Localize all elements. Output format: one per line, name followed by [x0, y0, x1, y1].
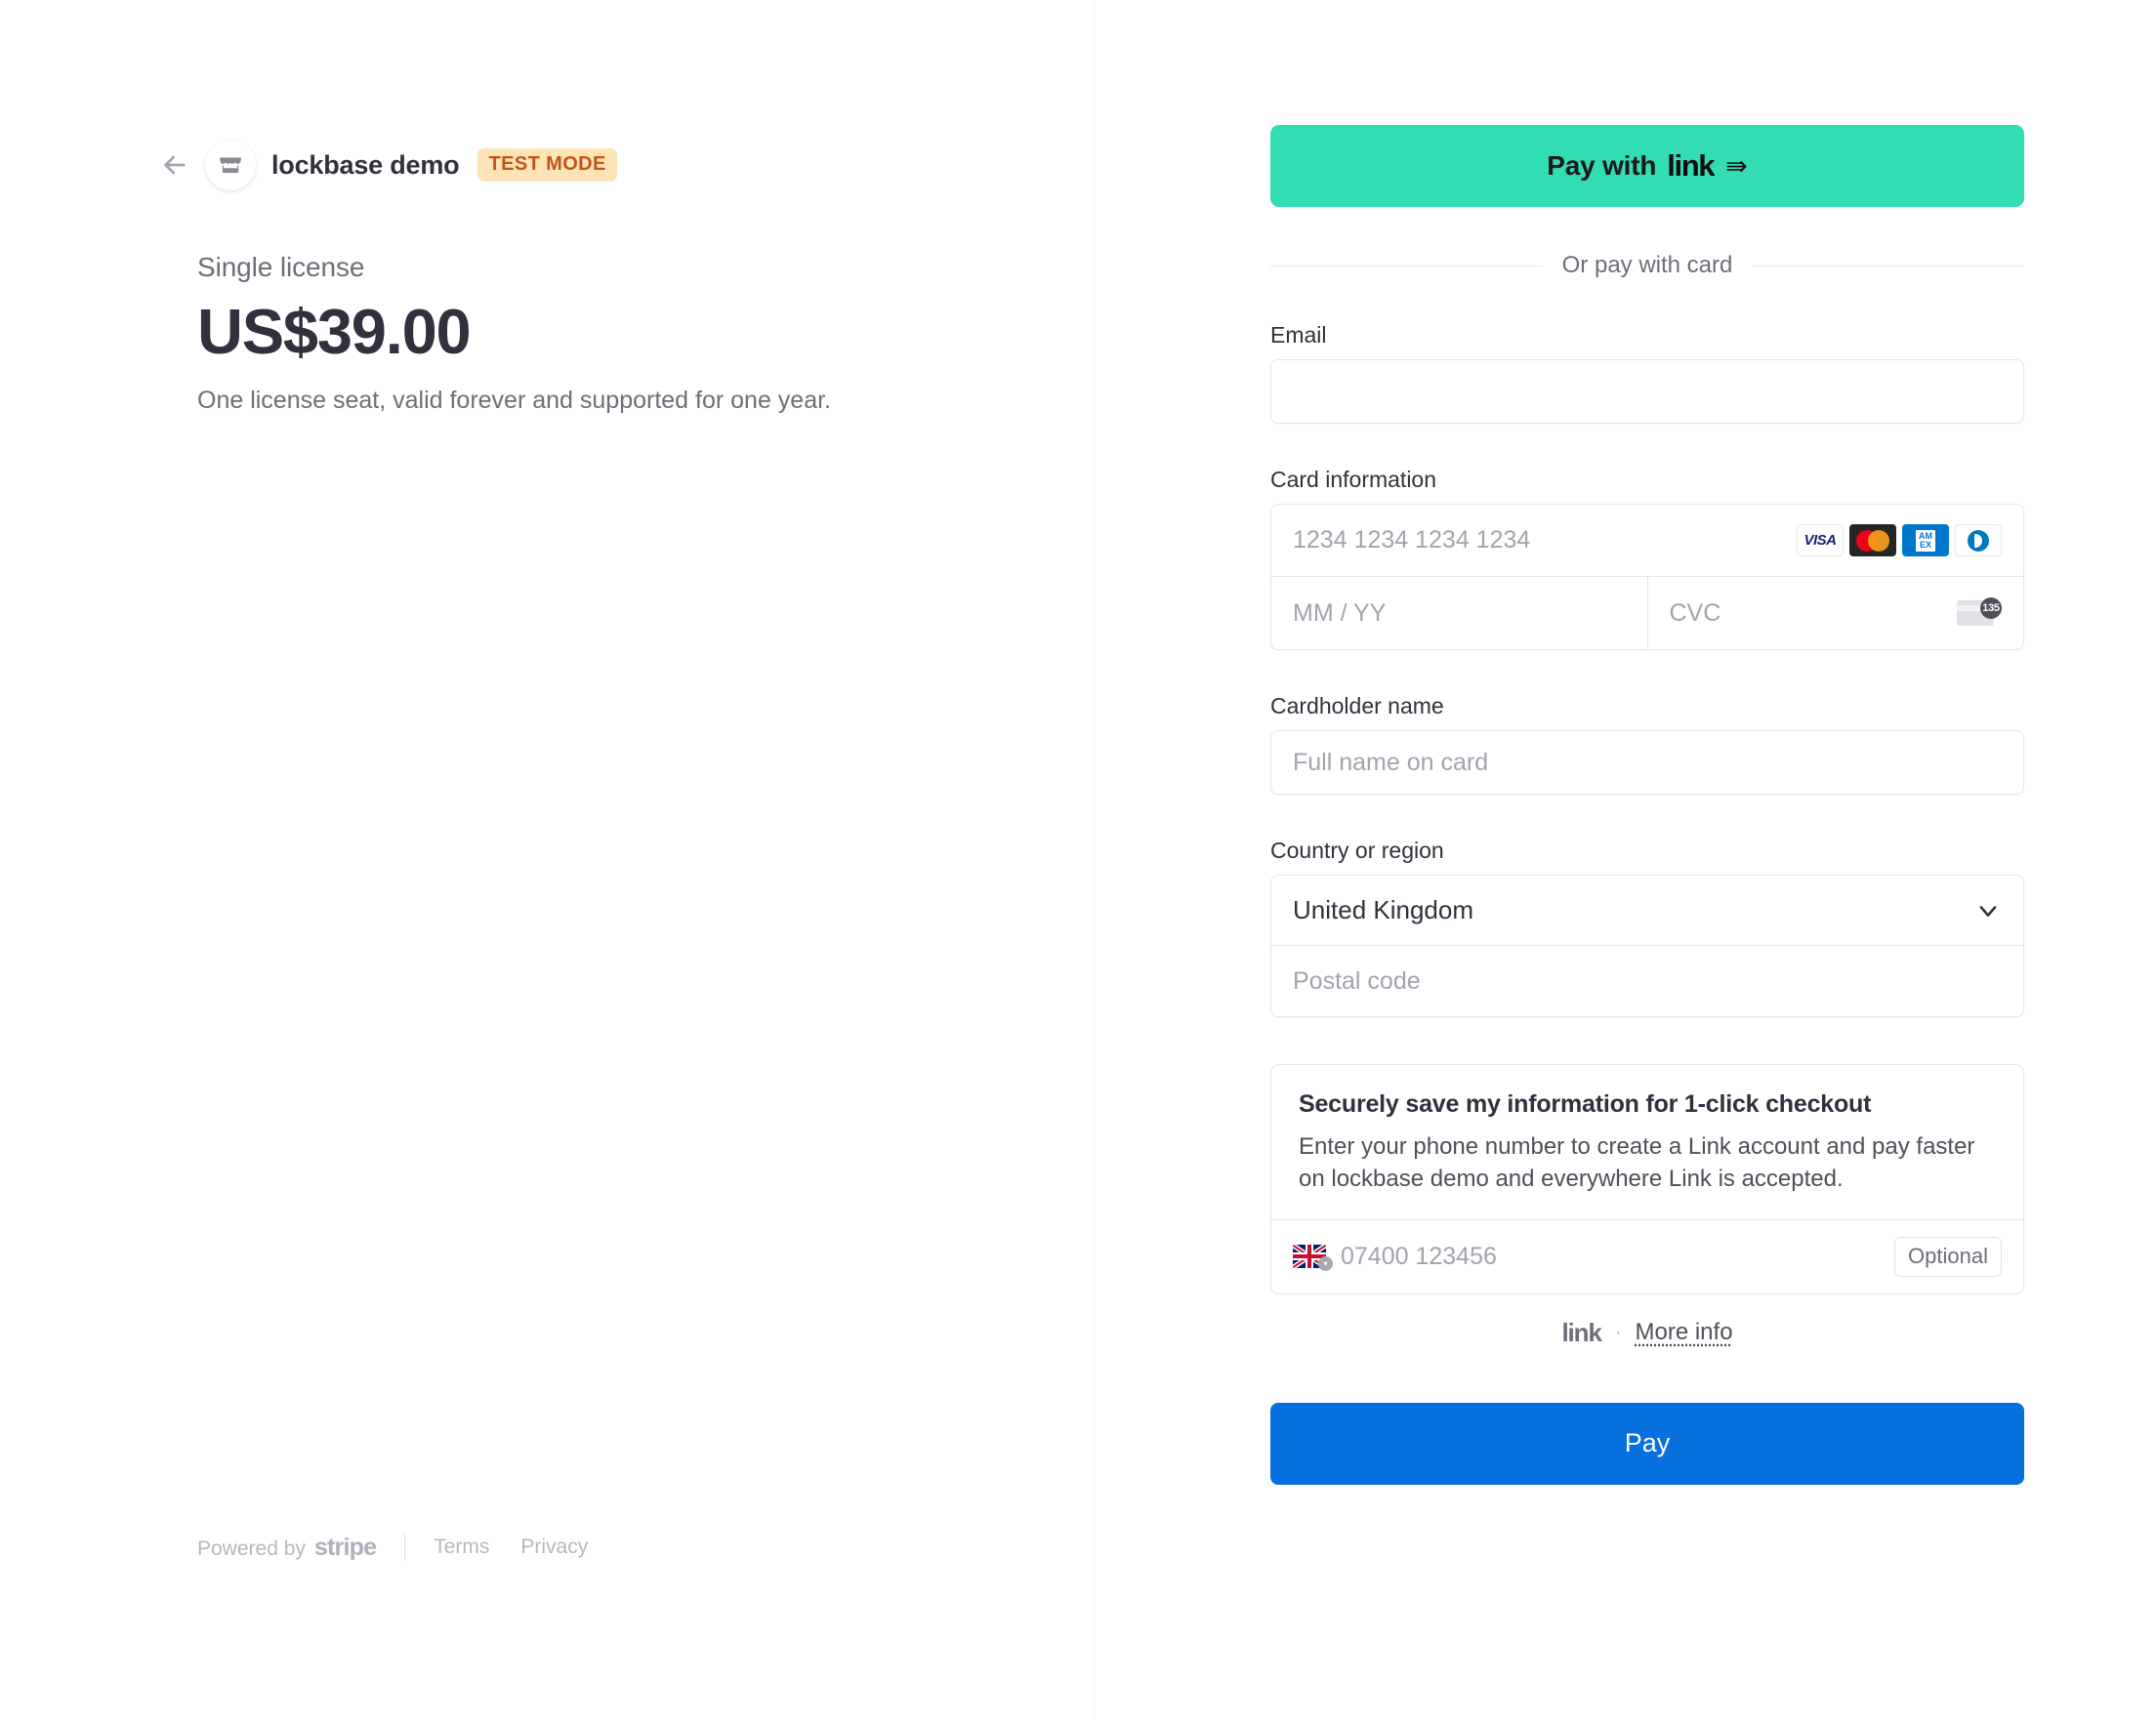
country-flag-selector[interactable]: ▾ [1293, 1245, 1333, 1272]
powered-by-label: Powered by [197, 1537, 306, 1560]
powered-by-stripe[interactable]: Powered by stripe [197, 1533, 377, 1562]
card-expiry-placeholder: MM / YY [1293, 598, 1387, 627]
card-number-placeholder: 1234 1234 1234 1234 [1293, 526, 1531, 554]
order-summary-panel: lockbase demo TEST MODE Single license U… [0, 0, 1095, 1722]
card-expiry-cvc-row: MM / YY CVC 135 [1271, 577, 2023, 649]
privacy-link[interactable]: Privacy [520, 1536, 588, 1559]
stripe-wordmark: stripe [313, 1533, 377, 1561]
payment-form-panel: Pay with link ⇛ Or pay with card Email C… [1095, 0, 2156, 1722]
footer-separator [404, 1534, 406, 1561]
merchant-name: lockbase demo [271, 149, 460, 180]
email-input[interactable] [1270, 359, 2024, 424]
diners-club-icon [1955, 524, 2002, 556]
visa-icon: VISA [1797, 524, 1844, 556]
link-save-title: Securely save my information for 1-click… [1299, 1090, 1872, 1118]
checkout-page: lockbase demo TEST MODE Single license U… [0, 0, 2156, 1722]
card-brand-icons: VISA AM EX [1797, 524, 2002, 556]
card-information-box: 1234 1234 1234 1234 VISA AM EX MM / YY C… [1270, 504, 2024, 650]
product-price: US$39.00 [197, 296, 472, 367]
amex-icon: AM EX [1902, 524, 1949, 556]
pay-with-link-label: Pay with [1547, 150, 1657, 181]
country-region-group: Country or region United Kingdom Postal … [1270, 838, 2024, 1017]
card-cvc-field[interactable]: CVC 135 [1648, 577, 2024, 649]
card-expiry-field[interactable]: MM / YY [1271, 577, 1648, 649]
postal-code-field[interactable]: Postal code [1271, 946, 2023, 1016]
link-footer: link · More info [1270, 1318, 2024, 1348]
pay-with-link-button[interactable]: Pay with link ⇛ [1270, 125, 2024, 207]
card-information-label: Card information [1270, 467, 1437, 492]
mastercard-icon [1849, 524, 1896, 556]
back-arrow-icon[interactable] [154, 144, 195, 185]
product-description: One license seat, valid forever and supp… [197, 387, 831, 415]
country-region-label: Country or region [1270, 838, 1444, 863]
link-footer-logo-icon: link [1561, 1317, 1602, 1347]
product-summary: Single license US$39.00 One license seat… [197, 252, 939, 419]
optional-badge: Optional [1894, 1236, 2002, 1277]
product-name: Single license [197, 252, 365, 282]
email-field-group: Email [1270, 322, 2024, 424]
email-label: Email [1270, 322, 1327, 348]
cvc-hint-digits: 135 [1980, 597, 2002, 619]
or-pay-with-card-divider: Or pay with card [1270, 252, 2025, 279]
test-mode-badge: TEST MODE [477, 148, 617, 182]
country-select[interactable]: United Kingdom [1271, 876, 2023, 946]
link-logo-icon: link [1667, 148, 1715, 183]
left-footer: Powered by stripe Terms Privacy [197, 1531, 588, 1564]
card-information-group: Card information 1234 1234 1234 1234 VIS… [1270, 467, 2024, 650]
link-phone-placeholder: 07400 123456 [1341, 1242, 1497, 1270]
divider-label: Or pay with card [1561, 252, 1733, 278]
link-arrow-icon: ⇛ [1725, 150, 1748, 181]
postal-code-placeholder: Postal code [1293, 966, 1421, 995]
visa-wordmark: VISA [1804, 532, 1837, 549]
card-number-row[interactable]: 1234 1234 1234 1234 VISA AM EX [1271, 505, 2023, 577]
link-footer-dot: · [1614, 1321, 1622, 1343]
cardholder-name-input[interactable] [1270, 730, 2024, 795]
pay-button[interactable]: Pay [1270, 1402, 2024, 1485]
link-save-description: Enter your phone number to create a Link… [1299, 1133, 1975, 1193]
merchant-header: lockbase demo TEST MODE [154, 137, 617, 193]
link-more-info-link[interactable]: More info [1636, 1319, 1733, 1346]
cardholder-name-group: Cardholder name [1270, 693, 2024, 795]
link-save-info-panel: Securely save my information for 1-click… [1270, 1064, 2024, 1294]
amex-line2: EX [1919, 539, 1931, 550]
flag-chevron-icon: ▾ [1318, 1256, 1333, 1272]
terms-link[interactable]: Terms [434, 1536, 489, 1559]
country-selected-value: United Kingdom [1293, 895, 1473, 924]
cardholder-name-label: Cardholder name [1270, 693, 1444, 718]
country-region-box: United Kingdom Postal code [1270, 875, 2024, 1017]
chevron-down-icon [1974, 897, 2002, 924]
payment-form: Pay with link ⇛ Or pay with card Email C… [1270, 125, 2025, 1485]
storefront-icon [205, 140, 256, 190]
link-phone-row[interactable]: ▾ 07400 123456 Optional [1271, 1218, 2023, 1293]
cvc-hint-icon: 135 [1957, 597, 2002, 629]
card-cvc-placeholder: CVC [1669, 598, 1721, 627]
